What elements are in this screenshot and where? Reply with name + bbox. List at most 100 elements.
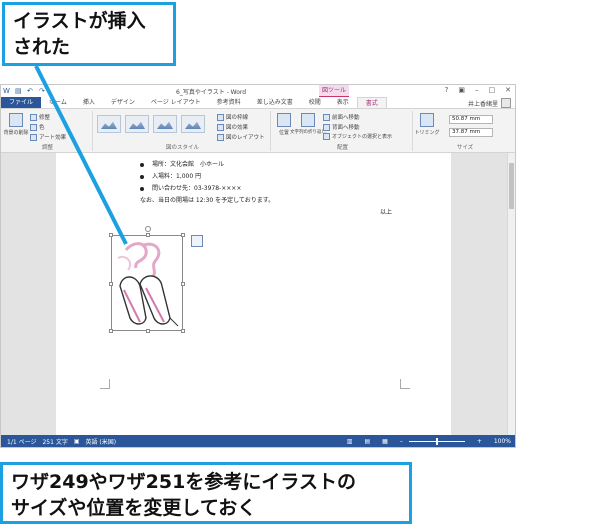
size-group-label: サイズ [456,145,474,151]
picture-style-4[interactable] [181,115,205,133]
layout-options-icon[interactable] [191,235,203,247]
redo-icon[interactable]: ↷ [39,87,47,95]
zoom-out-icon[interactable]: – [400,438,403,445]
status-bar: 1/1 ページ 251 文字 ▣ 英語 (米国) ▥ ▤ ▦ – + 100% [1,435,515,447]
wrap-text-icon [301,113,315,127]
position-icon [277,113,291,127]
bottom-callout-line1: ワザ249やワザ251を参考にイラストの [11,471,356,493]
bring-forward-label: 前面へ移動 [332,115,360,121]
picture-border-label: 図の枠線 [226,115,249,121]
zoom-slider[interactable] [408,437,465,445]
picture-style-1[interactable] [97,115,121,133]
word-window: W ▤ ↶ ↷ 6_写真やイラスト - Word 図ツール ? ▣ – □ ✕ … [0,84,516,448]
height-field[interactable]: 50.87 mm [449,115,493,124]
page-count[interactable]: 1/1 ページ [7,437,36,446]
size-group: トリミング 50.87 mm 37.87 mm サイズ [415,111,515,151]
picture-style-3[interactable] [153,115,177,133]
close-button[interactable]: ✕ [505,86,511,94]
ribbon: 背景の削除 修整 色 アート効果 調整 図の枠線 図の効果 図のレイアウト 図の… [1,109,515,153]
language[interactable]: 英語 (米国) [86,437,117,446]
web-layout-icon[interactable]: ▦ [382,438,388,445]
picture-effects-label: 図の効果 [226,125,249,131]
resize-handle[interactable] [146,233,150,237]
picture-layout-label: 図のレイアウト [226,135,265,141]
bullet-icon [140,186,144,191]
user-name: 井上香緒里 [467,100,498,108]
picture-styles-group-label: 図のスタイル [165,145,199,151]
picture-layout-button[interactable]: 図のレイアウト [217,133,265,141]
zoom-slider-knob[interactable] [435,437,438,445]
ribbon-tabs: ファイル ホーム 挿入 デザイン ページ レイアウト 参考資料 差し込み文書 校… [1,97,515,109]
corrections-button[interactable]: 修整 [30,113,50,121]
quick-access-toolbar: W ▤ ↶ ↷ [3,87,47,95]
save-icon[interactable]: ▤ [15,87,23,95]
user-account[interactable]: 井上香緒里 [468,98,511,108]
picture-tools-context-label: 図ツール [319,85,349,97]
doc-text-location: 場所：文化会館 小ホール [152,161,225,168]
resize-handle[interactable] [109,282,113,286]
tab-page-layout[interactable]: ページ レイアウト [143,97,209,108]
maximize-button[interactable]: □ [489,86,496,94]
scrollbar-thumb[interactable] [509,163,514,209]
picture-style-2[interactable] [125,115,149,133]
rotate-handle-icon[interactable] [145,226,151,232]
window-controls: ? ▣ – □ ✕ [445,86,511,94]
remove-background-label: 背景の削除 [3,130,29,136]
corrections-icon [30,113,37,121]
resize-handle[interactable] [181,233,185,237]
width-field[interactable]: 37.87 mm [449,128,493,137]
tab-mailings[interactable]: 差し込み文書 [249,97,301,108]
top-callout: イラストが挿入 された [2,2,176,66]
status-bar-right: ▥ ▤ ▦ – + 100% [341,435,511,447]
help-button[interactable]: ? [445,86,449,94]
tab-view[interactable]: 表示 [329,97,357,108]
picture-effects-button[interactable]: 図の効果 [217,123,248,131]
tab-design[interactable]: デザイン [103,97,143,108]
selection-pane-button[interactable]: オブジェクトの選択と表示 [323,133,392,140]
zoom-in-icon[interactable]: + [477,438,482,445]
word-logo-icon: W [3,87,10,95]
crop-button[interactable]: トリミング [415,113,440,136]
corrections-label: 修整 [39,115,51,121]
list-item: 場所：文化会館 小ホール [140,159,224,168]
resize-handle[interactable] [109,233,113,237]
artistic-effects-button[interactable]: アート効果 [30,133,66,141]
send-backward-button[interactable]: 背面へ移動 [323,123,360,131]
picture-border-button[interactable]: 図の枠線 [217,113,248,121]
read-mode-icon[interactable]: ▥ [347,438,353,445]
bullet-icon [140,162,144,167]
bring-forward-button[interactable]: 前面へ移動 [323,113,360,121]
tab-format[interactable]: 書式 [356,97,387,108]
tab-file[interactable]: ファイル [1,97,42,108]
resize-handle[interactable] [109,329,113,333]
send-backward-icon [323,123,330,131]
zoom-level[interactable]: 100% [494,438,511,445]
remove-background-button[interactable]: 背景の削除 [3,113,29,136]
undo-icon[interactable]: ↶ [27,87,35,95]
wrap-text-button[interactable]: 文字列の折り返し [290,113,326,135]
tab-home[interactable]: ホーム [41,97,75,108]
title-bar: W ▤ ↶ ↷ 6_写真やイラスト - Word 図ツール ? ▣ – □ ✕ [1,85,515,97]
selection-pane-icon [323,133,330,140]
vertical-scrollbar[interactable] [507,153,515,437]
bullet-icon [140,174,144,179]
color-button[interactable]: 色 [30,123,45,131]
selected-illustration[interactable] [109,226,185,333]
page-corner-mark [100,379,110,389]
tab-insert[interactable]: 挿入 [75,97,103,108]
resize-handle[interactable] [181,329,185,333]
word-count[interactable]: 251 文字 [42,437,67,446]
minimize-button[interactable]: – [475,86,479,94]
doc-text-contact: 問い合わせ先：03-3978-×××× [152,185,242,192]
tab-review[interactable]: 校閲 [301,97,329,108]
print-layout-icon[interactable]: ▤ [364,438,370,445]
arrange-group-label: 配置 [336,145,348,151]
proofing-icon[interactable]: ▣ [74,438,80,445]
resize-handle[interactable] [181,282,185,286]
tab-references[interactable]: 参考資料 [209,97,249,108]
send-backward-label: 背面へ移動 [332,125,360,131]
ribbon-display-options-button[interactable]: ▣ [458,86,465,94]
picture-styles-group: 図の枠線 図の効果 図のレイアウト 図のスタイル [95,111,271,151]
resize-handle[interactable] [146,329,150,333]
artistic-effects-icon [30,133,37,141]
